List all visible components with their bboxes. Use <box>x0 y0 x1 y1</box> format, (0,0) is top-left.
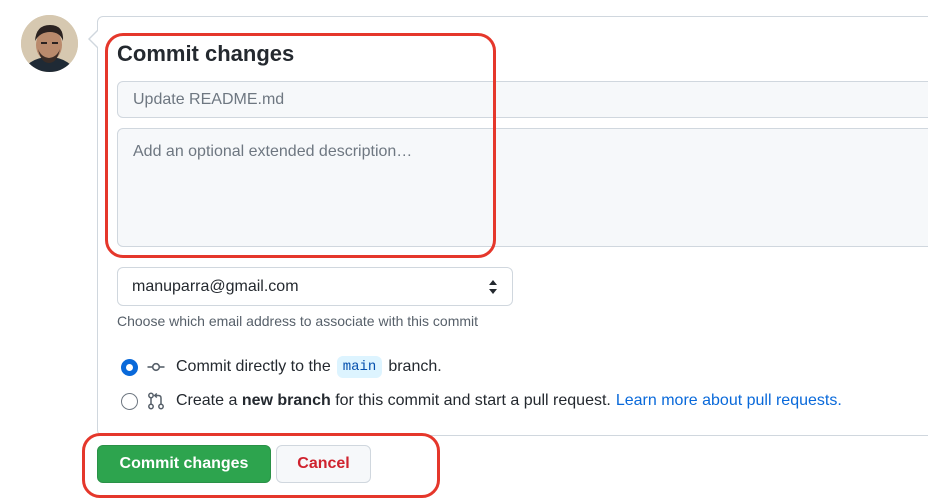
option-commit-direct[interactable]: Commit directly to the main branch. <box>121 356 442 378</box>
select-arrows-icon <box>489 279 497 294</box>
radio-commit-direct[interactable] <box>121 358 138 376</box>
git-pull-request-icon <box>148 392 164 410</box>
email-hint: Choose which email address to associate … <box>117 313 479 329</box>
option-direct-prefix: Commit directly to the <box>176 358 331 375</box>
option-direct-suffix: branch. <box>388 358 442 375</box>
option-new-branch[interactable]: Create a new branch for this commit and … <box>121 392 842 410</box>
commit-description-input[interactable] <box>117 128 928 247</box>
option-new-branch-prefix: Create a <box>176 392 238 409</box>
user-avatar <box>21 15 78 72</box>
email-select-value: manuparra@gmail.com <box>132 277 299 295</box>
cancel-button[interactable]: Cancel <box>276 445 371 483</box>
commit-summary-input[interactable] <box>117 81 928 118</box>
learn-more-link[interactable]: Learn more about pull requests. <box>616 392 842 410</box>
option-new-branch-bold: new branch <box>241 392 331 409</box>
git-commit-icon <box>147 362 165 372</box>
commit-changes-button[interactable]: Commit changes <box>97 445 271 483</box>
commit-title: Commit changes <box>117 41 295 66</box>
panel-caret-fill <box>90 31 98 47</box>
radio-new-branch[interactable] <box>121 392 138 410</box>
email-select[interactable]: manuparra@gmail.com <box>117 267 513 306</box>
option-new-branch-middle: for this commit and start a pull request… <box>335 392 611 409</box>
branch-name-chip: main <box>336 356 383 378</box>
